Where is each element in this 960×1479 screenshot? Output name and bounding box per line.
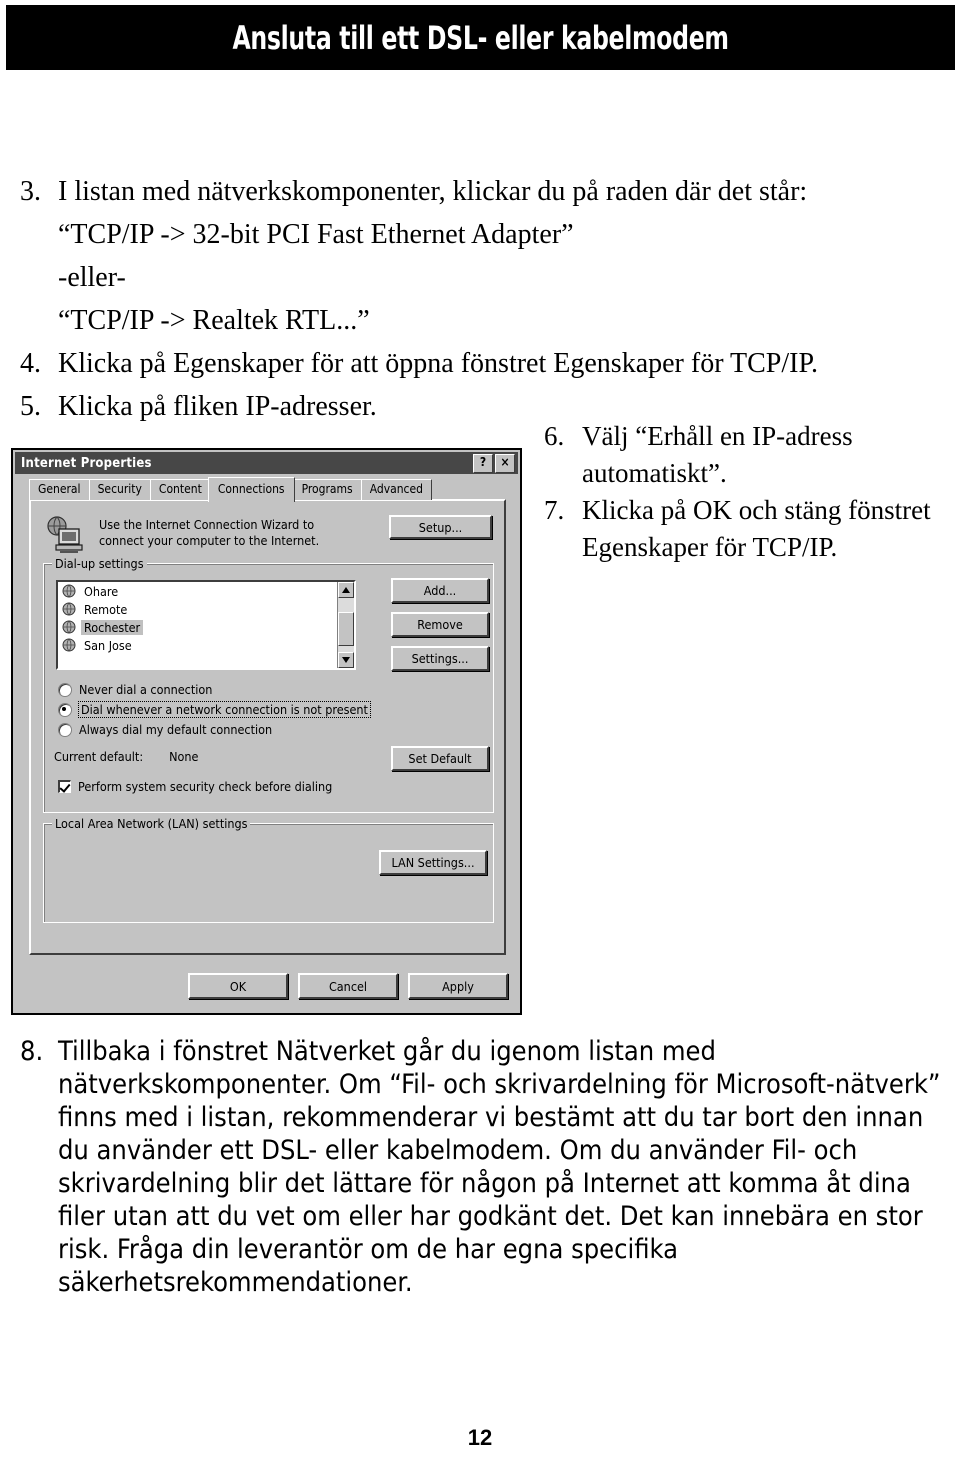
close-icon[interactable]: × xyxy=(495,453,515,473)
list-item: 6. Välj “Erhåll en IP-adress automatiskt… xyxy=(540,418,952,492)
radio-always-dial[interactable]: Always dial my default connection xyxy=(58,722,272,737)
step-subline: “TCP/IP -> Realtek RTL...” xyxy=(58,305,370,336)
list-item-label: San Jose xyxy=(84,637,132,653)
dialog-tabstrip: General Security Content Connections Pro… xyxy=(29,477,506,502)
scrollbar-thumb[interactable] xyxy=(338,612,354,646)
dialog-title: Internet Properties xyxy=(21,455,152,471)
dialup-connection-icon xyxy=(62,602,77,616)
list-item: 8. Tillbaka i fönstret Nätverket går du … xyxy=(12,1035,952,1299)
settings-button[interactable]: Settings... xyxy=(391,646,489,671)
internet-properties-dialog: Internet Properties ? × General Security… xyxy=(11,448,522,1015)
globe-computer-icon xyxy=(43,515,87,555)
tab-general[interactable]: General xyxy=(29,479,90,500)
listbox-scrollbar[interactable] xyxy=(337,582,354,668)
add-button[interactable]: Add... xyxy=(391,578,489,603)
setup-button[interactable]: Setup... xyxy=(389,515,492,539)
instruction-steps-bottom: 8. Tillbaka i fönstret Nätverket går du … xyxy=(12,1035,952,1299)
dialup-settings-label: Dial-up settings xyxy=(52,556,147,571)
radio-never-dial[interactable]: Never dial a connection xyxy=(58,682,212,697)
radio-label: Always dial my default connection xyxy=(79,722,273,737)
list-item: 3. I listan med nätverkskomponenter, kli… xyxy=(12,170,948,213)
help-icon[interactable]: ? xyxy=(473,453,493,473)
tab-security[interactable]: Security xyxy=(88,479,151,500)
tab-connections[interactable]: Connections xyxy=(207,477,295,502)
step-number: 5. xyxy=(20,391,41,422)
radio-icon-selected[interactable] xyxy=(58,702,72,717)
list-item-label: Remote xyxy=(84,601,128,617)
radio-icon[interactable] xyxy=(58,682,72,697)
step-subline: “TCP/IP -> 32-bit PCI Fast Ethernet Adap… xyxy=(58,219,574,250)
step-text: Välj “Erhåll en IP-adress automatiskt”. xyxy=(582,421,853,488)
connection-wizard-row: Use the Internet Connection Wizard to co… xyxy=(43,513,494,557)
cancel-button[interactable]: Cancel xyxy=(298,973,398,999)
ok-button[interactable]: OK xyxy=(188,973,288,999)
tab-programs[interactable]: Programs xyxy=(292,479,362,500)
step-number: 4. xyxy=(20,348,41,379)
list-item[interactable]: San Jose xyxy=(58,636,354,654)
instruction-steps-top: 3. I listan med nätverkskomponenter, kli… xyxy=(12,170,948,428)
dialup-settings-group: Dial-up settings Ohare Remote Rochester … xyxy=(43,556,494,813)
instruction-steps-right: 6. Välj “Erhåll en IP-adress automatiskt… xyxy=(540,418,952,566)
radio-label: Never dial a connection xyxy=(79,682,213,697)
wizard-description-line1: Use the Internet Connection Wizard to xyxy=(99,517,315,532)
current-default-label: Current default: xyxy=(54,749,144,764)
checkbox-label: Perform system security check before dia… xyxy=(78,779,333,794)
remove-button[interactable]: Remove xyxy=(391,612,489,637)
dialog-footer: OK Cancel Apply xyxy=(15,973,508,1001)
scroll-down-icon[interactable] xyxy=(338,652,354,668)
apply-button[interactable]: Apply xyxy=(408,973,508,999)
step-number: 7. xyxy=(544,495,565,525)
step-text: Tillbaka i fönstret Nätverket går du ige… xyxy=(58,1036,941,1298)
list-item-label: Rochester xyxy=(81,619,144,635)
dialog-titlebar[interactable]: Internet Properties ? × xyxy=(15,452,518,474)
set-default-button[interactable]: Set Default xyxy=(391,746,489,771)
tab-content[interactable]: Content xyxy=(149,479,211,500)
dialog-inner: Internet Properties ? × General Security… xyxy=(15,452,518,1011)
step-number: 3. xyxy=(20,176,41,207)
lan-settings-button[interactable]: LAN Settings... xyxy=(379,850,487,875)
step-text: I listan med nätverkskomponenter, klicka… xyxy=(58,176,808,207)
dialup-connection-icon xyxy=(62,620,77,634)
radio-label: Dial whenever a network connection is no… xyxy=(78,701,371,718)
radio-dial-whenever[interactable]: Dial whenever a network connection is no… xyxy=(58,701,371,718)
list-item[interactable]: Remote xyxy=(58,600,354,618)
step-number: 6. xyxy=(544,421,565,451)
checkbox-icon[interactable] xyxy=(58,780,71,793)
dialup-connection-icon xyxy=(62,638,77,652)
step-subline: -eller- xyxy=(58,262,126,293)
list-item[interactable]: Ohare xyxy=(58,582,354,600)
wizard-description: Use the Internet Connection Wizard to co… xyxy=(99,517,349,549)
dialup-connection-icon xyxy=(62,584,77,598)
list-item-label: Ohare xyxy=(84,583,119,599)
current-default-value: None xyxy=(169,749,199,764)
radio-icon[interactable] xyxy=(58,722,72,737)
page-title: Ansluta till ett DSL- eller kabelmodem xyxy=(232,18,729,57)
page-header-banner: Ansluta till ett DSL- eller kabelmodem xyxy=(6,5,955,70)
step-text: Klicka på OK och stäng fönstret Egenskap… xyxy=(582,495,931,562)
connections-tab-panel: Use the Internet Connection Wizard to co… xyxy=(29,499,506,955)
security-check-row[interactable]: Perform system security check before dia… xyxy=(58,779,332,794)
step-text: Klicka på Egenskaper för att öppna fönst… xyxy=(58,348,818,379)
scroll-up-icon[interactable] xyxy=(338,582,354,598)
list-item: 4. Klicka på Egenskaper för att öppna fö… xyxy=(12,342,948,385)
page-number: 12 xyxy=(467,1425,493,1450)
list-item-selected[interactable]: Rochester xyxy=(58,618,354,636)
lan-settings-label: Local Area Network (LAN) settings xyxy=(52,816,251,831)
current-default-row: Current default: None xyxy=(54,749,198,764)
titlebar-button-group: ? × xyxy=(473,453,518,473)
lan-settings-group: Local Area Network (LAN) settings LAN Se… xyxy=(43,816,494,923)
step-number: 8. xyxy=(20,1036,44,1067)
wizard-description-line2: connect your computer to the Internet. xyxy=(99,533,320,548)
tab-advanced[interactable]: Advanced xyxy=(360,479,432,500)
dialup-connections-listbox[interactable]: Ohare Remote Rochester San Jose xyxy=(56,580,356,670)
list-item: 7. Klicka på OK och stäng fönstret Egens… xyxy=(540,492,952,566)
